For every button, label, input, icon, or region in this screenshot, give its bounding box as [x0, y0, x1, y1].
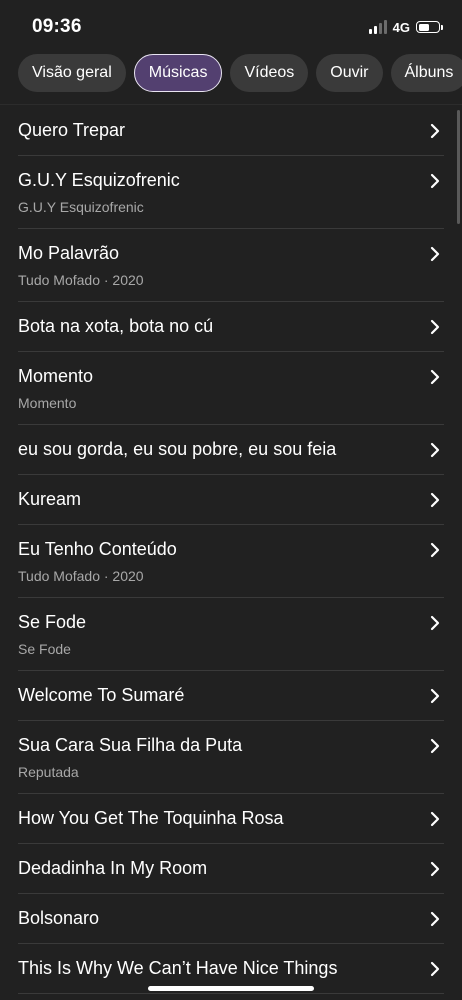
chevron-right-icon [430, 492, 440, 508]
chevron-right-icon [430, 811, 440, 827]
song-row[interactable]: Welcome To Sumaré [18, 671, 444, 721]
status-bar: 09:36 4G [0, 0, 462, 54]
tab-songs[interactable]: Músicas [133, 54, 223, 92]
chevron-right-icon [430, 173, 440, 189]
song-row[interactable]: Mo Palavrão Tudo Mofado · 2020 [18, 229, 444, 302]
home-indicator[interactable] [148, 986, 314, 991]
song-subtitle: Reputada [18, 764, 79, 780]
song-title: G.U.Y Esquizofrenic [18, 170, 180, 190]
tab-overview[interactable]: Visão geral [18, 54, 126, 92]
song-title: This Is Why We Can’t Have Nice Things [18, 958, 338, 978]
song-title: How You Get The Toquinha Rosa [18, 808, 284, 828]
song-subtitle: G.U.Y Esquizofrenic [18, 199, 144, 215]
song-title: Dedadinha In My Room [18, 858, 208, 878]
chevron-right-icon [430, 861, 440, 877]
song-row[interactable]: Momento Momento [18, 352, 444, 425]
chevron-right-icon [430, 246, 440, 262]
status-indicators: 4G [368, 18, 443, 36]
song-row[interactable]: How You Get The Toquinha Rosa [18, 794, 444, 844]
chevron-right-icon [430, 961, 440, 977]
song-title: Momento [18, 366, 94, 386]
tab-bar-divider [0, 104, 462, 105]
song-row[interactable]: Kuream [18, 475, 444, 525]
song-title: Se Fode [18, 612, 87, 632]
song-row[interactable]: Dedadinha In My Room [18, 844, 444, 894]
song-row[interactable]: G.U.Y Esquizofrenic G.U.Y Esquizofrenic [18, 156, 444, 229]
chevron-right-icon [430, 319, 440, 335]
chevron-right-icon [430, 911, 440, 927]
song-row[interactable]: Bolsonaro [18, 894, 444, 944]
status-time: 09:36 [32, 16, 82, 37]
chevron-right-icon [430, 369, 440, 385]
song-title: Kuream [18, 489, 82, 509]
song-subtitle: Se Fode [18, 641, 71, 657]
tab-bar: Visão geral Músicas Vídeos Ouvir Álbuns [0, 54, 462, 96]
song-row[interactable]: Eu Tenho Conteúdo Tudo Mofado · 2020 [18, 525, 444, 598]
chevron-right-icon [430, 688, 440, 704]
song-title: Quero Trepar [18, 120, 126, 140]
song-subtitle: Momento [18, 395, 77, 411]
song-title: Bolsonaro [18, 908, 100, 928]
song-title: Welcome To Sumaré [18, 685, 185, 705]
song-title: Bota na xota, bota no cú [18, 316, 214, 336]
song-title: eu sou gorda, eu sou pobre, eu sou feia [18, 439, 337, 459]
chevron-right-icon [430, 442, 440, 458]
song-row[interactable]: Quero Trepar [18, 106, 444, 156]
song-title: Mo Palavrão [18, 243, 120, 263]
network-type: 4G [392, 19, 410, 35]
song-row[interactable]: eu sou gorda, eu sou pobre, eu sou feia [18, 425, 444, 475]
scroll-indicator[interactable] [457, 110, 460, 224]
tab-listen[interactable]: Ouvir [316, 54, 383, 92]
song-row[interactable]: Sua Cara Sua Filha da Puta Reputada [18, 721, 444, 794]
song-subtitle: Tudo Mofado · 2020 [18, 272, 144, 288]
signal-strength-icon [368, 20, 387, 34]
song-list: Quero Trepar G.U.Y Esquizofrenic G.U.Y Esq… [0, 106, 462, 994]
chevron-right-icon [430, 542, 440, 558]
chevron-right-icon [430, 738, 440, 754]
song-row[interactable]: Bota na xota, bota no cú [18, 302, 444, 352]
song-subtitle: Tudo Mofado · 2020 [18, 568, 144, 584]
battery-icon [416, 21, 443, 33]
chevron-right-icon [430, 615, 440, 631]
song-row[interactable]: Se Fode Se Fode [18, 598, 444, 671]
song-title: Sua Cara Sua Filha da Puta [18, 735, 243, 755]
song-title: Eu Tenho Conteúdo [18, 539, 177, 559]
tab-albums[interactable]: Álbuns [390, 54, 462, 92]
chevron-right-icon [430, 123, 440, 139]
tab-videos[interactable]: Vídeos [230, 54, 309, 92]
